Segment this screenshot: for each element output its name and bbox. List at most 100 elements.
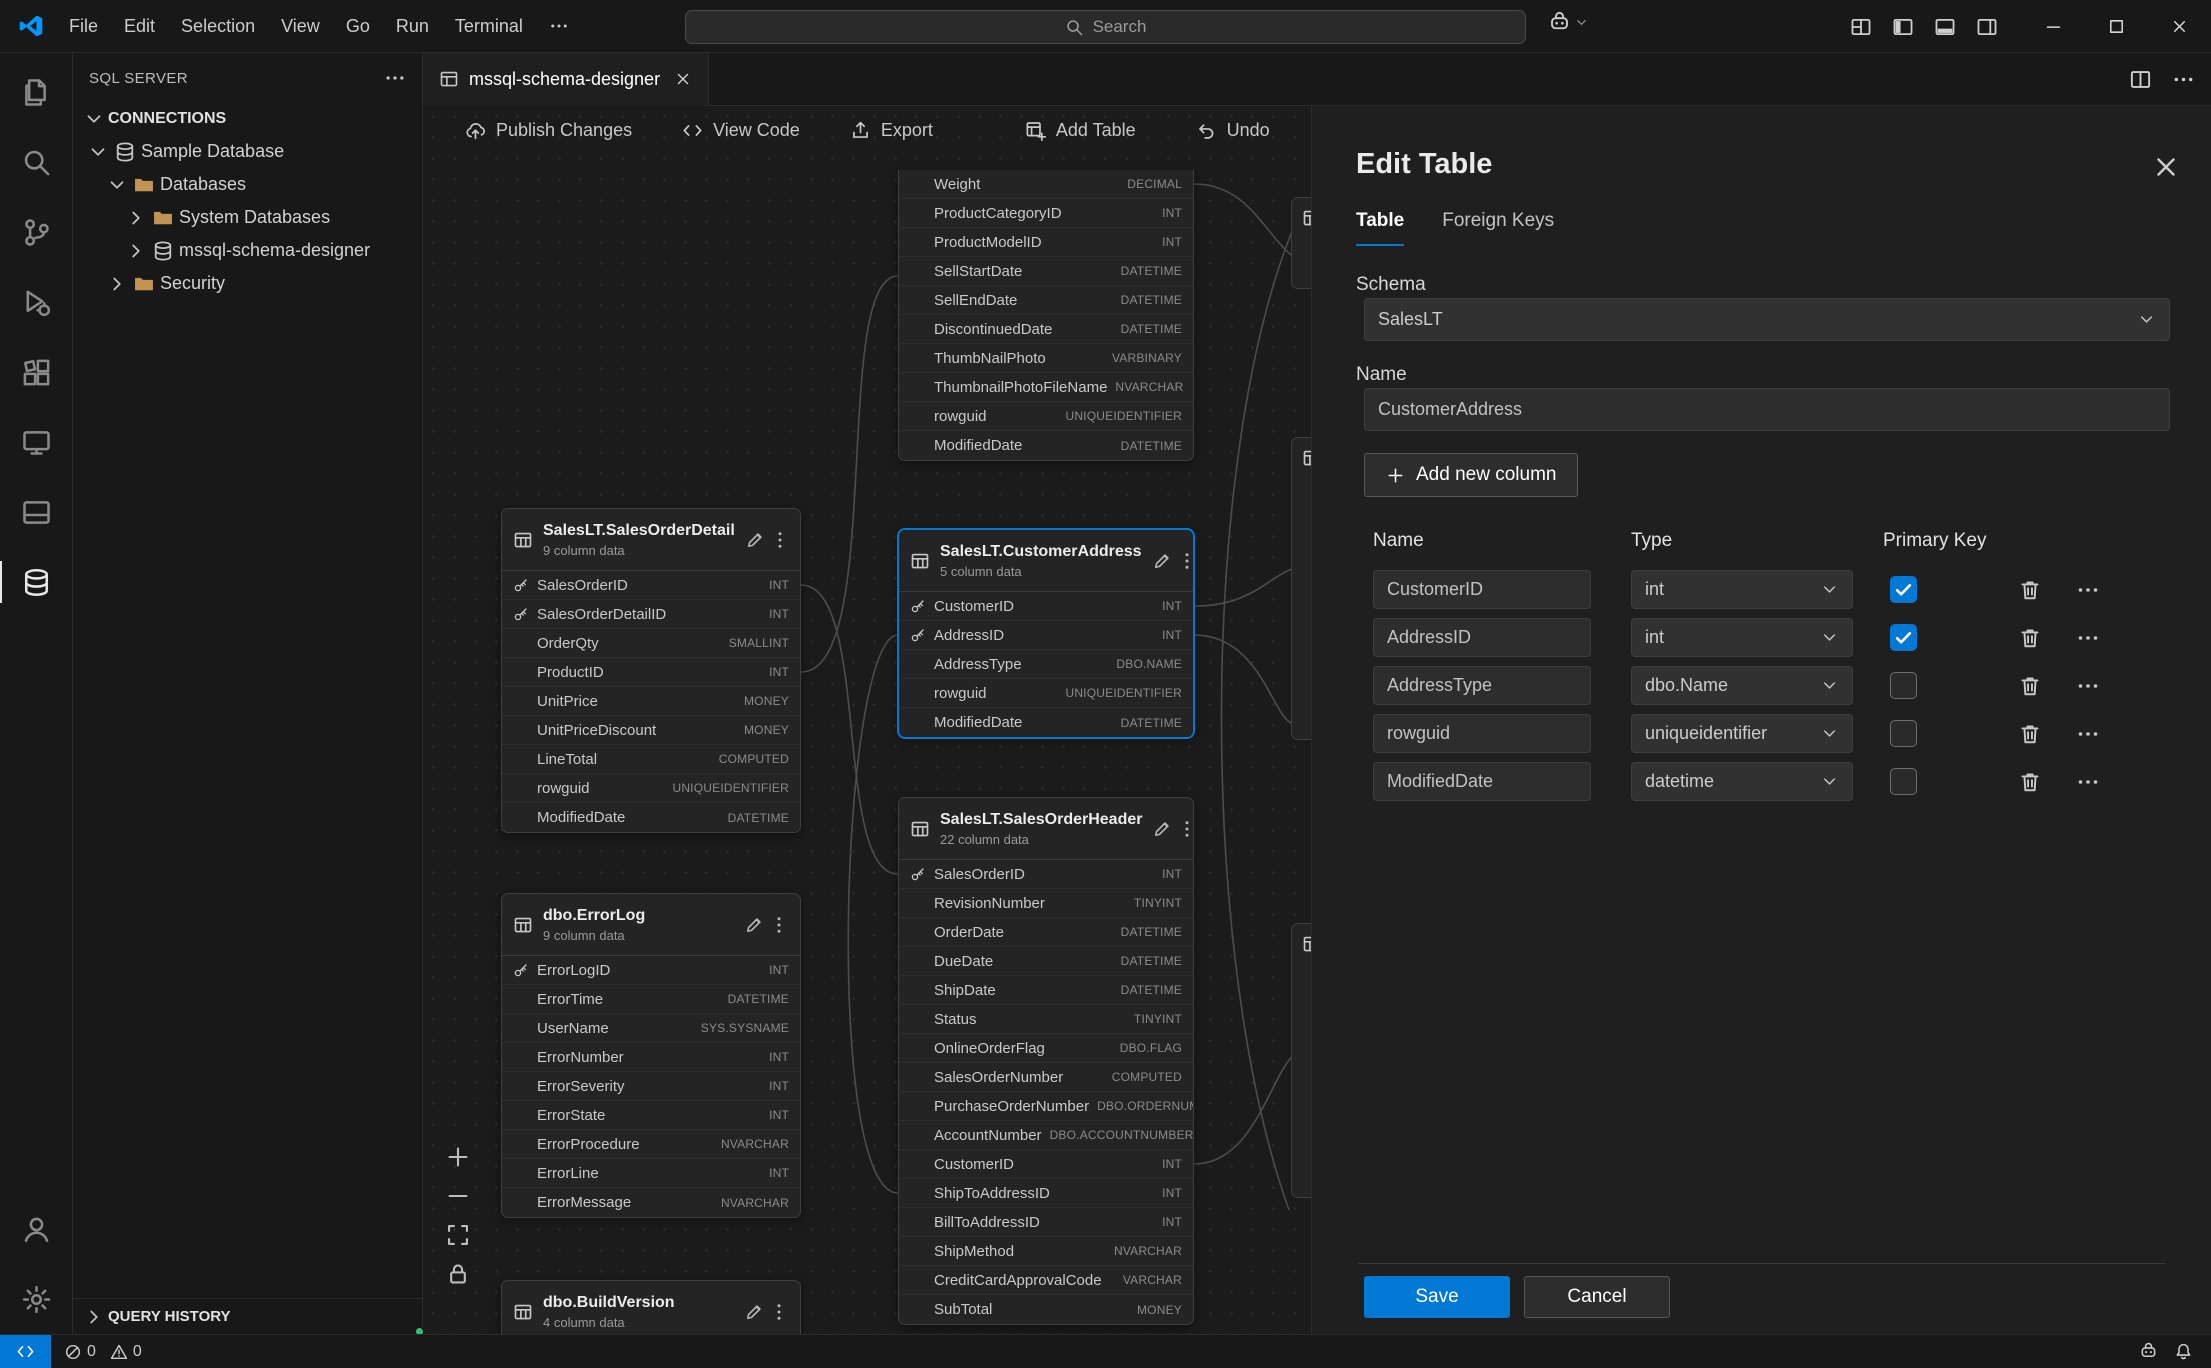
delete-column-button[interactable]	[2018, 578, 2042, 602]
node-column-row[interactable]: BillToAddressIDINT	[899, 1208, 1193, 1237]
node-column-row[interactable]: ErrorMessageNVARCHAR	[502, 1188, 800, 1217]
panel-close-button[interactable]	[2151, 152, 2181, 182]
column-name-input[interactable]	[1373, 618, 1591, 657]
node-column-row[interactable]: ModifiedDateDATETIME	[502, 803, 800, 832]
toolbar-publish-changes-button[interactable]: Publish Changes	[465, 120, 632, 141]
menu-terminal[interactable]: Terminal	[442, 7, 536, 45]
node-column-row[interactable]: StatusTINYINT	[899, 1005, 1193, 1034]
maximize-button[interactable]	[2085, 0, 2148, 53]
toolbar-undo-button[interactable]: Undo	[1196, 120, 1270, 141]
column-name-input[interactable]	[1373, 762, 1591, 801]
menu-go[interactable]: Go	[333, 7, 383, 45]
node-column-row[interactable]: PurchaseOrderNumberDBO.ORDERNUMBER	[899, 1092, 1193, 1121]
tree-item-system-databases[interactable]: System Databases	[73, 201, 422, 234]
node-column-row[interactable]: ThumbnailPhotoFileNameNVARCHAR	[899, 373, 1193, 402]
delete-column-button[interactable]	[2018, 770, 2042, 794]
delete-column-button[interactable]	[2018, 626, 2042, 650]
schema-designer-canvas[interactable]: WeightDECIMALProductCategoryIDINTProduct…	[423, 106, 1311, 1334]
editor-more-actions-button[interactable]	[2172, 68, 2195, 91]
tab-table[interactable]: Table	[1356, 210, 1404, 246]
copilot-menu-button[interactable]	[1548, 11, 1589, 34]
zoom-in-button[interactable]	[445, 1144, 471, 1170]
customize-layout-button[interactable]	[1842, 8, 1880, 46]
close-window-button[interactable]	[2148, 0, 2211, 53]
node-column-row[interactable]: ThumbNailPhotoVARBINARY	[899, 344, 1193, 373]
toolbar-add-table-button[interactable]: Add Table	[1025, 120, 1136, 141]
edit-table-icon[interactable]	[744, 915, 764, 935]
table-node-header[interactable]: dbo.BuildVersion4 column data	[502, 1281, 800, 1334]
node-column-row[interactable]: rowguidUNIQUEIDENTIFIER	[899, 679, 1193, 708]
node-more-icon[interactable]	[770, 530, 790, 550]
node-column-row[interactable]: ProductModelIDINT	[899, 228, 1193, 257]
partial-table-node[interactable]	[1291, 923, 1311, 1198]
minimize-button[interactable]	[2022, 0, 2085, 53]
node-column-row[interactable]: rowguidUNIQUEIDENTIFIER	[899, 402, 1193, 431]
copilot-status-icon[interactable]	[2139, 1342, 2158, 1361]
node-column-row[interactable]: ErrorTimeDATETIME	[502, 985, 800, 1014]
node-column-row[interactable]: SellStartDateDATETIME	[899, 257, 1193, 286]
tree-item-databases[interactable]: Databases	[73, 168, 422, 201]
problems-indicator[interactable]: 0 0	[64, 1343, 142, 1361]
activity-settings-button[interactable]	[0, 1264, 72, 1334]
partial-table-node[interactable]	[1291, 197, 1311, 289]
column-more-options-button[interactable]	[2076, 722, 2100, 746]
connections-section-header[interactable]: CONNECTIONS	[73, 103, 422, 135]
activity-remote-explorer-button[interactable]	[0, 407, 72, 477]
fit-to-screen-button[interactable]	[445, 1222, 471, 1248]
toolbar-view-code-button[interactable]: View Code	[682, 120, 800, 141]
tab-close-button[interactable]	[670, 66, 696, 92]
node-column-row[interactable]: ErrorLineINT	[502, 1159, 800, 1188]
lock-canvas-button[interactable]	[445, 1261, 471, 1287]
node-column-row[interactable]: ModifiedDateDATETIME	[899, 708, 1193, 737]
node-more-icon[interactable]	[1177, 819, 1194, 839]
table-node-header[interactable]: SalesLT.SalesOrderHeader22 column data	[899, 798, 1193, 860]
toggle-panel-button[interactable]	[1926, 8, 1964, 46]
node-more-icon[interactable]	[769, 1302, 789, 1322]
zoom-out-button[interactable]	[445, 1183, 471, 1209]
toolbar-export-button[interactable]: Export	[850, 120, 933, 141]
node-column-row[interactable]: SalesOrderDetailIDINT	[502, 600, 800, 629]
node-column-row[interactable]: ModifiedDateDATETIME	[899, 431, 1193, 460]
node-column-row[interactable]: AddressIDINT	[899, 621, 1193, 650]
node-column-row[interactable]: WeightDECIMAL	[899, 170, 1193, 199]
menu-overflow-button[interactable]	[536, 7, 582, 45]
node-column-row[interactable]: rowguidUNIQUEIDENTIFIER	[502, 774, 800, 803]
node-column-row[interactable]: DiscontinuedDateDATETIME	[899, 315, 1193, 344]
node-column-row[interactable]: ProductCategoryIDINT	[899, 199, 1193, 228]
activity-search-button[interactable]	[0, 127, 72, 197]
node-column-row[interactable]: SellEndDateDATETIME	[899, 286, 1193, 315]
column-name-input[interactable]	[1373, 570, 1591, 609]
column-more-options-button[interactable]	[2076, 674, 2100, 698]
node-column-row[interactable]: RevisionNumberTINYINT	[899, 889, 1193, 918]
primary-key-checkbox[interactable]	[1890, 672, 1917, 699]
split-editor-button[interactable]	[2129, 68, 2152, 91]
query-history-section-header[interactable]: QUERY HISTORY	[73, 1298, 422, 1334]
menu-view[interactable]: View	[268, 7, 333, 45]
column-name-input[interactable]	[1373, 666, 1591, 705]
node-more-icon[interactable]	[1177, 551, 1194, 571]
notifications-bell-icon[interactable]	[2174, 1342, 2193, 1361]
node-column-row[interactable]: ShipDateDATETIME	[899, 976, 1193, 1005]
node-column-row[interactable]: ProductIDINT	[502, 658, 800, 687]
toggle-secondary-sidebar-button[interactable]	[1968, 8, 2006, 46]
tab-foreign-keys[interactable]: Foreign Keys	[1442, 210, 1554, 246]
node-column-row[interactable]: ShipToAddressIDINT	[899, 1179, 1193, 1208]
table-node-header[interactable]: dbo.ErrorLog9 column data	[502, 894, 800, 956]
add-new-column-button[interactable]: Add new column	[1364, 453, 1578, 497]
activity-run-and-debug-button[interactable]	[0, 267, 72, 337]
column-more-options-button[interactable]	[2076, 770, 2100, 794]
node-column-row[interactable]: UserNameSYS.SYSNAME	[502, 1014, 800, 1043]
activity-source-control-button[interactable]	[0, 197, 72, 267]
primary-key-checkbox[interactable]	[1890, 720, 1917, 747]
node-column-row[interactable]: CreditCardApprovalCodeVARCHAR	[899, 1266, 1193, 1295]
column-type-select[interactable]: int	[1631, 570, 1853, 609]
node-more-icon[interactable]	[769, 915, 789, 935]
tree-item-sample-database[interactable]: Sample Database	[73, 135, 422, 168]
node-column-row[interactable]: ErrorSeverityINT	[502, 1072, 800, 1101]
node-column-row[interactable]: ErrorNumberINT	[502, 1043, 800, 1072]
save-button[interactable]: Save	[1364, 1276, 1510, 1318]
node-column-row[interactable]: LineTotalCOMPUTED	[502, 745, 800, 774]
activity-extensions-button[interactable]	[0, 337, 72, 407]
table-node-saleslt-customeraddress[interactable]: SalesLT.CustomerAddress5 column dataCust…	[898, 529, 1194, 738]
node-column-row[interactable]: ErrorLogIDINT	[502, 956, 800, 985]
